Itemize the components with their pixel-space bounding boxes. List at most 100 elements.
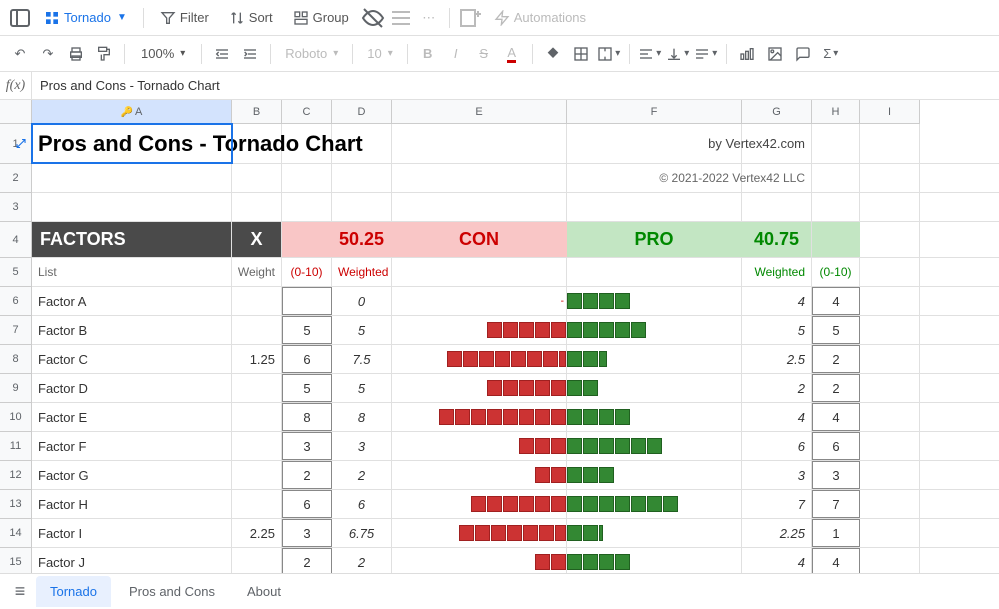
cell[interactable] bbox=[332, 193, 392, 221]
group-button[interactable]: Group bbox=[285, 6, 357, 30]
cell[interactable] bbox=[392, 124, 567, 163]
con-bar-cell[interactable] bbox=[392, 461, 567, 489]
pro-010-cell[interactable]: 4 bbox=[812, 287, 860, 315]
header-con[interactable]: CON bbox=[392, 222, 567, 257]
con-bar-cell[interactable] bbox=[392, 432, 567, 460]
col-header-C[interactable]: C bbox=[282, 100, 332, 124]
pro-010-cell[interactable]: 6 bbox=[812, 432, 860, 460]
pro-weighted-cell[interactable]: 2.5 bbox=[742, 345, 812, 373]
pro-weighted-cell[interactable]: 4 bbox=[742, 287, 812, 315]
pro-bar-cell[interactable] bbox=[567, 519, 742, 547]
pro-weighted-cell[interactable]: 4 bbox=[742, 403, 812, 431]
strikethrough-icon[interactable]: S bbox=[472, 42, 496, 66]
factor-name[interactable]: Factor F bbox=[32, 432, 232, 460]
cell[interactable] bbox=[860, 432, 920, 460]
factor-name[interactable]: Factor D bbox=[32, 374, 232, 402]
comment-icon[interactable] bbox=[791, 42, 815, 66]
pro-010-cell[interactable]: 2 bbox=[812, 345, 860, 373]
con-010-cell[interactable]: 6 bbox=[282, 490, 332, 518]
font-select[interactable]: Roboto▾ bbox=[279, 44, 344, 63]
pro-bar-cell[interactable] bbox=[567, 287, 742, 315]
cell[interactable] bbox=[812, 222, 860, 257]
row-header-10[interactable]: 10 bbox=[0, 403, 32, 432]
cell[interactable] bbox=[812, 124, 860, 163]
con-010-cell[interactable]: 2 bbox=[282, 461, 332, 489]
cell-copyright[interactable]: © 2021-2022 Vertex42 LLC bbox=[742, 164, 812, 192]
row-header-4[interactable]: 4 bbox=[0, 222, 32, 258]
subheader-010-con[interactable]: (0-10) bbox=[282, 258, 332, 286]
factor-name[interactable]: Factor G bbox=[32, 461, 232, 489]
row-header-13[interactable]: 13 bbox=[0, 490, 32, 519]
cell[interactable] bbox=[32, 164, 232, 192]
more-icon[interactable]: ⋯ bbox=[417, 6, 441, 30]
pro-weighted-cell[interactable]: 2.25 bbox=[742, 519, 812, 547]
weight-cell[interactable]: 2.25 bbox=[232, 519, 282, 547]
cell[interactable] bbox=[860, 258, 920, 286]
pro-010-cell[interactable]: 7 bbox=[812, 490, 860, 518]
sort-button[interactable]: Sort bbox=[221, 6, 281, 30]
pro-bar-cell[interactable] bbox=[567, 461, 742, 489]
pro-weighted-cell[interactable]: 7 bbox=[742, 490, 812, 518]
con-weighted-cell[interactable]: 2 bbox=[332, 461, 392, 489]
cell[interactable] bbox=[567, 193, 742, 221]
cell[interactable] bbox=[282, 193, 332, 221]
print-icon[interactable] bbox=[64, 42, 88, 66]
paint-format-icon[interactable] bbox=[92, 42, 116, 66]
weight-cell[interactable] bbox=[232, 403, 282, 431]
tab-pros-cons[interactable]: Pros and Cons bbox=[115, 576, 229, 607]
weight-cell[interactable] bbox=[232, 316, 282, 344]
bold-icon[interactable]: B bbox=[416, 42, 440, 66]
cell[interactable] bbox=[860, 403, 920, 431]
cell[interactable] bbox=[860, 548, 920, 573]
col-header-A[interactable]: 🔑A bbox=[32, 100, 232, 124]
cell[interactable] bbox=[232, 193, 282, 221]
cell[interactable] bbox=[32, 193, 232, 221]
factor-name[interactable]: Factor E bbox=[32, 403, 232, 431]
hide-icon[interactable] bbox=[361, 6, 385, 30]
weight-cell[interactable] bbox=[232, 461, 282, 489]
header-con-total[interactable]: 50.25 bbox=[332, 222, 392, 257]
con-weighted-cell[interactable]: 8 bbox=[332, 403, 392, 431]
con-010-cell[interactable]: 6 bbox=[282, 345, 332, 373]
header-pro[interactable]: PRO bbox=[567, 222, 742, 257]
con-bar-cell[interactable] bbox=[392, 374, 567, 402]
italic-icon[interactable]: I bbox=[444, 42, 468, 66]
con-weighted-cell[interactable]: 5 bbox=[332, 316, 392, 344]
col-header-G[interactable]: G bbox=[742, 100, 812, 124]
con-bar-cell[interactable] bbox=[392, 403, 567, 431]
image-icon[interactable] bbox=[763, 42, 787, 66]
factor-name[interactable]: Factor B bbox=[32, 316, 232, 344]
weight-cell[interactable] bbox=[232, 548, 282, 573]
tab-tornado[interactable]: Tornado bbox=[36, 576, 111, 607]
subheader-010-pro[interactable]: (0-10) bbox=[812, 258, 860, 286]
text-color-icon[interactable]: A bbox=[500, 42, 524, 66]
borders-icon[interactable] bbox=[569, 42, 593, 66]
factor-name[interactable]: Factor H bbox=[32, 490, 232, 518]
col-header-D[interactable]: D bbox=[332, 100, 392, 124]
con-weighted-cell[interactable]: 0 bbox=[332, 287, 392, 315]
functions-icon[interactable]: Σ▾ bbox=[819, 42, 843, 66]
cell[interactable] bbox=[332, 164, 392, 192]
cell[interactable] bbox=[860, 193, 920, 221]
tab-about[interactable]: About bbox=[233, 576, 295, 607]
row-header-6[interactable]: 6 bbox=[0, 287, 32, 316]
row-header-15[interactable]: 15 bbox=[0, 548, 32, 573]
row-header-5[interactable]: 5 bbox=[0, 258, 32, 287]
pro-bar-cell[interactable] bbox=[567, 490, 742, 518]
factor-name[interactable]: Factor C bbox=[32, 345, 232, 373]
all-sheets-icon[interactable]: ≡ bbox=[8, 580, 32, 604]
subheader-list[interactable]: List bbox=[32, 258, 232, 286]
subheader-weight[interactable]: Weight bbox=[232, 258, 282, 286]
filter-button[interactable]: Filter bbox=[152, 6, 217, 30]
pro-010-cell[interactable]: 5 bbox=[812, 316, 860, 344]
cell[interactable] bbox=[282, 164, 332, 192]
factor-name[interactable]: Factor J bbox=[32, 548, 232, 573]
con-weighted-cell[interactable]: 6 bbox=[332, 490, 392, 518]
pro-010-cell[interactable]: 4 bbox=[812, 548, 860, 573]
pro-010-cell[interactable]: 2 bbox=[812, 374, 860, 402]
cell[interactable] bbox=[392, 258, 567, 286]
con-010-cell[interactable]: 5 bbox=[282, 374, 332, 402]
subheader-weighted-con[interactable]: Weighted bbox=[332, 258, 392, 286]
cell[interactable] bbox=[860, 519, 920, 547]
pro-weighted-cell[interactable]: 5 bbox=[742, 316, 812, 344]
